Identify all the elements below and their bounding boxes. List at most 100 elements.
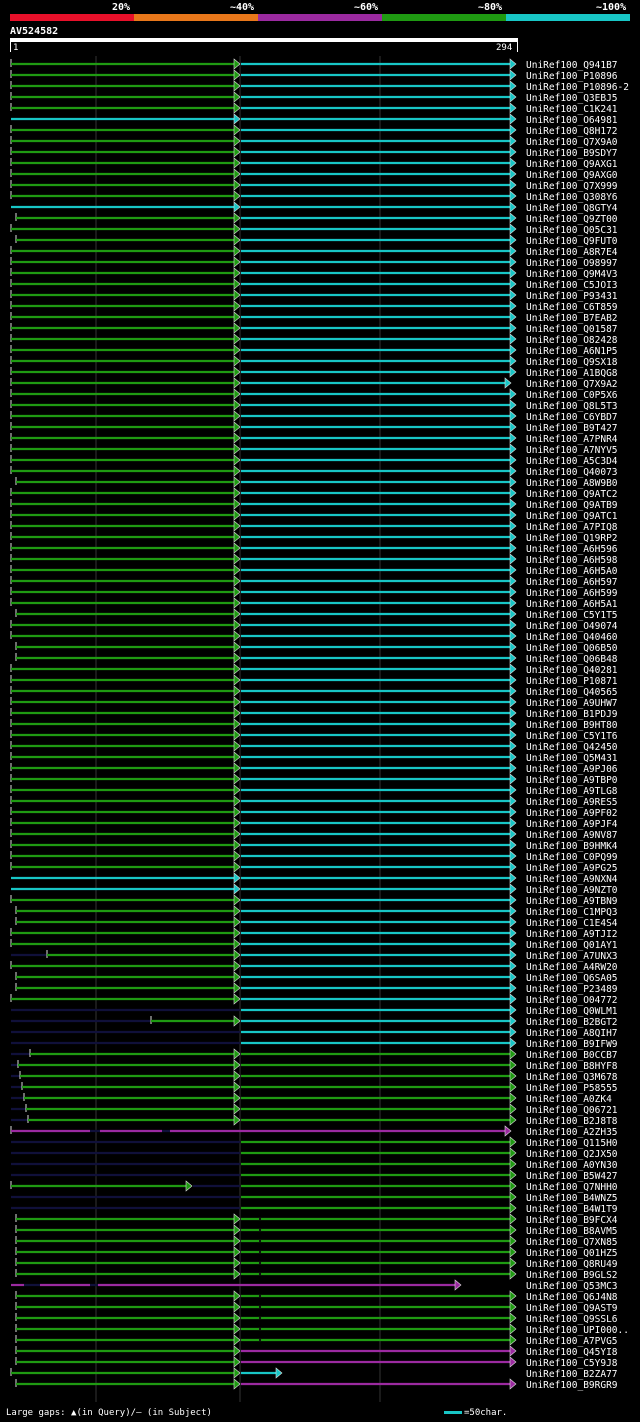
hit-label[interactable]: UniRef100_A6H596 xyxy=(526,544,618,555)
hit-label[interactable]: UniRef100_Q941B7 xyxy=(526,60,618,71)
hit-label[interactable]: UniRef100_A9NV87 xyxy=(526,830,618,841)
hit-label[interactable]: UniRef100_P23489 xyxy=(526,984,618,995)
hit-label[interactable]: UniRef100_Q7XN85 xyxy=(526,1237,618,1248)
hit-label[interactable]: UniRef100_A6H5A1 xyxy=(526,599,618,610)
hit-label[interactable]: UniRef100_P58555 xyxy=(526,1083,618,1094)
hit-label[interactable]: UniRef100_O82428 xyxy=(526,335,618,346)
hit-label[interactable]: UniRef100_Q9M4V3 xyxy=(526,269,618,280)
hit-label[interactable]: UniRef100_Q06B48 xyxy=(526,654,618,665)
hit-label[interactable]: UniRef100_Q3EBJ5 xyxy=(526,93,618,104)
hit-label[interactable]: UniRef100_Q05C31 xyxy=(526,225,618,236)
hit-label[interactable]: UniRef100_O49074 xyxy=(526,621,618,632)
hit-label[interactable]: UniRef100_B2ZA77 xyxy=(526,1369,618,1380)
hit-label[interactable]: UniRef100_Q40281 xyxy=(526,665,618,676)
hit-label[interactable]: UniRef100_A6H598 xyxy=(526,555,618,566)
hit-label[interactable]: UniRef100_C0PQ99 xyxy=(526,852,618,863)
hit-label[interactable]: UniRef100_Q7X999 xyxy=(526,181,618,192)
hit-label[interactable]: UniRef100_A6N1P5 xyxy=(526,346,618,357)
hit-label[interactable]: UniRef100_A9PJ06 xyxy=(526,764,618,775)
hit-label[interactable]: UniRef100_A8W9B0 xyxy=(526,478,618,489)
hit-label[interactable]: UniRef100_Q6J4N8 xyxy=(526,1292,618,1303)
hit-label[interactable]: UniRef100_Q40073 xyxy=(526,467,618,478)
hit-label[interactable]: UniRef100_Q01587 xyxy=(526,324,618,335)
hit-label[interactable]: UniRef100_A7PVG5 xyxy=(526,1336,618,1347)
hit-label[interactable]: UniRef100_B9RGR9 xyxy=(526,1380,618,1391)
hit-label[interactable]: UniRef100_A9TJI2 xyxy=(526,929,618,940)
hit-label[interactable]: UniRef100_A0ZK4 xyxy=(526,1094,612,1105)
hit-label[interactable]: UniRef100_Q9AXG0 xyxy=(526,170,618,181)
hit-label[interactable]: UniRef100_Q9ZT00 xyxy=(526,214,618,225)
hit-label[interactable]: UniRef100_O98997 xyxy=(526,258,618,269)
hit-label[interactable]: UniRef100_B5W427 xyxy=(526,1171,618,1182)
hit-label[interactable]: UniRef100_A9PJF4 xyxy=(526,819,618,830)
hit-label[interactable]: UniRef100_Q8H172 xyxy=(526,126,618,137)
hit-label[interactable]: UniRef100_C5Y9J8 xyxy=(526,1358,618,1369)
hit-label[interactable]: UniRef100_Q9AXG1 xyxy=(526,159,618,170)
hit-label[interactable]: UniRef100_B9T427 xyxy=(526,423,618,434)
hit-label[interactable]: UniRef100_A9PF02 xyxy=(526,808,618,819)
hit-label[interactable]: UniRef100_Q9ATC2 xyxy=(526,489,618,500)
hit-label[interactable]: UniRef100_B9HMK4 xyxy=(526,841,618,852)
hit-label[interactable]: UniRef100_P10896-2 xyxy=(526,82,629,93)
hit-label[interactable]: UniRef100_P10871 xyxy=(526,676,618,687)
hit-label[interactable]: UniRef100_Q115H0 xyxy=(526,1138,618,1149)
hit-label[interactable]: UniRef100_A2ZH35 xyxy=(526,1127,618,1138)
hit-label[interactable]: UniRef100_A7NYV5 xyxy=(526,445,618,456)
hit-label[interactable]: UniRef100_Q6SA05 xyxy=(526,973,618,984)
hit-label[interactable]: UniRef100_A9RES5 xyxy=(526,797,618,808)
hit-label[interactable]: UniRef100_A9NZT0 xyxy=(526,885,618,896)
hit-label[interactable]: UniRef100_B4WNZ5 xyxy=(526,1193,618,1204)
hit-label[interactable]: UniRef100_A6H597 xyxy=(526,577,618,588)
hit-label[interactable]: UniRef100_Q8GTY4 xyxy=(526,203,618,214)
hit-label[interactable]: UniRef100_B9FCX4 xyxy=(526,1215,618,1226)
hit-label[interactable]: UniRef100_B1PDJ9 xyxy=(526,709,618,720)
hit-label[interactable]: UniRef100_Q9FUT0 xyxy=(526,236,618,247)
hit-label[interactable]: UniRef100_Q7X9A2 xyxy=(526,379,618,390)
hit-label[interactable]: UniRef100_A1BQG8 xyxy=(526,368,618,379)
hit-label[interactable]: UniRef100_B9GLS2 xyxy=(526,1270,618,1281)
hit-label[interactable]: UniRef100_Q8L5T3 xyxy=(526,401,618,412)
hit-label[interactable]: UniRef100_A8R7E4 xyxy=(526,247,618,258)
hit-label[interactable]: UniRef100_B8AVM5 xyxy=(526,1226,618,1237)
hit-label[interactable]: UniRef100_B9HT80 xyxy=(526,720,618,731)
hit-label[interactable]: UniRef100_Q2JX50 xyxy=(526,1149,618,1160)
hit-label[interactable]: UniRef100_A8QIH7 xyxy=(526,1028,618,1039)
hit-label[interactable]: UniRef100_C1K241 xyxy=(526,104,618,115)
hit-label[interactable]: UniRef100_Q19RP2 xyxy=(526,533,618,544)
hit-label[interactable]: UniRef100_A0YN30 xyxy=(526,1160,618,1171)
hit-label[interactable]: UniRef100_C1E4S4 xyxy=(526,918,618,929)
hit-label[interactable]: UniRef100_Q01AY1 xyxy=(526,940,618,951)
hit-label[interactable]: UniRef100_A6H599 xyxy=(526,588,618,599)
hit-label[interactable]: UniRef100_C5JOI3 xyxy=(526,280,618,291)
hit-label[interactable]: UniRef100_Q3M678 xyxy=(526,1072,618,1083)
hit-label[interactable]: UniRef100_UPI000.. xyxy=(526,1325,629,1336)
hit-label[interactable]: UniRef100_Q9ATB9 xyxy=(526,500,618,511)
hit-label[interactable]: UniRef100_B7EAB2 xyxy=(526,313,618,324)
hit-label[interactable]: UniRef100_Q8RU49 xyxy=(526,1259,618,1270)
hit-label[interactable]: UniRef100_Q7X9A0 xyxy=(526,137,618,148)
hit-label[interactable]: UniRef100_C1MPQ3 xyxy=(526,907,618,918)
hit-label[interactable]: UniRef100_B4W1T9 xyxy=(526,1204,618,1215)
hit-label[interactable]: UniRef100_Q40460 xyxy=(526,632,618,643)
hit-label[interactable]: UniRef100_Q53MC3 xyxy=(526,1281,618,1292)
hit-label[interactable]: UniRef100_Q06721 xyxy=(526,1105,618,1116)
hit-label[interactable]: UniRef100_Q0WLM1 xyxy=(526,1006,618,1017)
hit-label[interactable]: UniRef100_Q40565 xyxy=(526,687,618,698)
hit-label[interactable]: UniRef100_A9TBN9 xyxy=(526,896,618,907)
hit-label[interactable]: UniRef100_A7UNX3 xyxy=(526,951,618,962)
hit-label[interactable]: UniRef100_A9NXN4 xyxy=(526,874,618,885)
hit-label[interactable]: UniRef100_A9UHW7 xyxy=(526,698,618,709)
hit-label[interactable]: UniRef100_A9PG25 xyxy=(526,863,618,874)
hit-label[interactable]: UniRef100_B0CCB7 xyxy=(526,1050,618,1061)
hit-label[interactable]: UniRef100_Q9ATC1 xyxy=(526,511,618,522)
hit-label[interactable]: UniRef100_B2BGT2 xyxy=(526,1017,618,1028)
hit-label[interactable]: UniRef100_Q7NHH0 xyxy=(526,1182,618,1193)
hit-label[interactable]: UniRef100_Q9AST9 xyxy=(526,1303,618,1314)
hit-label[interactable]: UniRef100_A9TLG8 xyxy=(526,786,618,797)
hit-label[interactable]: UniRef100_Q42450 xyxy=(526,742,618,753)
hit-label[interactable]: UniRef100_O04772 xyxy=(526,995,618,1006)
hit-label[interactable]: UniRef100_Q308Y6 xyxy=(526,192,618,203)
hit-label[interactable]: UniRef100_B9IFW9 xyxy=(526,1039,618,1050)
hit-label[interactable]: UniRef100_C0P5X6 xyxy=(526,390,618,401)
hit-label[interactable]: UniRef100_B2J8T8 xyxy=(526,1116,618,1127)
